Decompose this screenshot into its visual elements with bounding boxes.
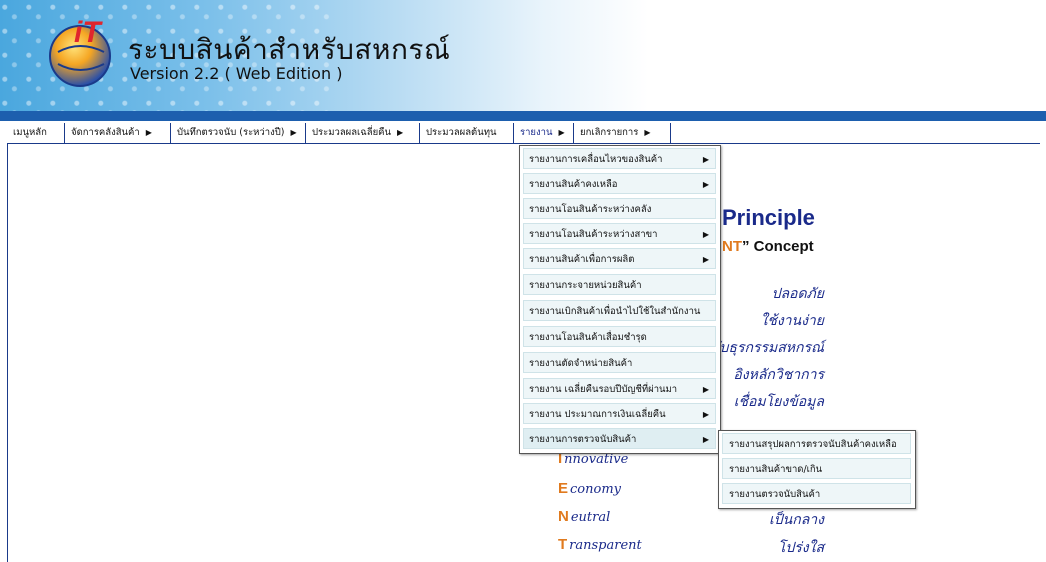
menu-main[interactable]: เมนูหลัก: [7, 123, 64, 143]
report-refund-estimate[interactable]: รายงาน ประมาณการเงินเฉลี่ยคืน ▶: [523, 403, 716, 424]
report-write-off-label: รายงานตัดจำหน่ายสินค้า: [529, 358, 633, 369]
acronym-word: nnovative: [564, 452, 629, 467]
report-unit-distribution[interactable]: รายงานกระจายหน่วยสินค้า: [523, 274, 716, 295]
report-stock-balance[interactable]: รายงานสินค้าคงเหลือ ▶: [523, 173, 716, 194]
report-stock-count[interactable]: รายงานการตรวจนับสินค้า ▶: [523, 428, 716, 449]
concept-heading: NT” Concept: [722, 238, 814, 255]
report-damaged-transfer-label: รายงานโอนสินค้าเสื่อมชำรุด: [529, 332, 647, 343]
menu-refund-process-label: ประมวลผลเฉลี่ยคืน: [312, 127, 391, 138]
menu-inventory[interactable]: จัดการคลังสินค้า ▶: [64, 123, 170, 143]
report-past-refund-label: รายงาน เฉลี่ยคืนรอบปีบัญชีที่ผ่านมา: [529, 384, 678, 395]
header-banner: iT ระบบสินค้าสำหรับสหกรณ์ Version 2.2 ( …: [0, 0, 1046, 112]
report-count-items[interactable]: รายงานตรวจนับสินค้า: [722, 483, 911, 504]
report-count-summary[interactable]: รายงานสรุปผลการตรวจนับสินค้าคงเหลือ: [722, 433, 911, 454]
triangle-right-icon: ▶: [290, 128, 297, 137]
report-movement[interactable]: รายงานการเคลื่อนไหวของสินค้า ▶: [523, 148, 716, 169]
principle-line: อิงหลักวิชาการ: [733, 367, 824, 383]
menu-refund-process[interactable]: ประมวลผลเฉลี่ยคืน ▶: [305, 123, 419, 143]
menu-inventory-label: จัดการคลังสินค้า: [71, 127, 140, 138]
report-production-label: รายงานสินค้าเพื่อการผลิต: [529, 254, 635, 265]
principle-line: รับธุรกรรมสหกรณ์: [712, 340, 824, 356]
report-transfer-branch[interactable]: รายงานโอนสินค้าระหว่างสาขา ▶: [523, 223, 716, 244]
triangle-right-icon: ▶: [702, 230, 709, 239]
principle-line: ปลอดภัย: [771, 286, 824, 302]
triangle-right-icon: ▶: [702, 410, 709, 419]
principle-line: ใช้งานง่าย: [760, 313, 824, 329]
acronym-cap: T: [558, 536, 568, 553]
content-left-border: [7, 143, 8, 562]
acronym-word: conomy: [570, 482, 621, 497]
menu-cost-process[interactable]: ประมวลผลต้นทุน: [419, 123, 513, 143]
report-transfer-branch-label: รายงานโอนสินค้าระหว่างสาขา: [529, 229, 658, 240]
report-write-off[interactable]: รายงานตัดจำหน่ายสินค้า: [523, 352, 716, 373]
report-office-requisition[interactable]: รายงานเบิกสินค้าเพื่อนำไปใช้ในสำนักงาน: [523, 300, 716, 321]
menu-reports-label: รายงาน: [520, 127, 553, 138]
report-count-items-label: รายงานตรวจนับสินค้า: [729, 489, 821, 500]
triangle-right-icon: ▶: [702, 385, 709, 394]
triangle-right-icon: ▶: [397, 128, 404, 137]
stock-count-submenu: รายงานสรุปผลการตรวจนับสินค้าคงเหลือ รายง…: [718, 430, 916, 509]
report-production[interactable]: รายงานสินค้าเพื่อการผลิต ▶: [523, 248, 716, 269]
menu-stock-count[interactable]: บันทึกตรวจนับ (ระหว่างปี) ▶: [170, 123, 305, 143]
menu-main-label: เมนูหลัก: [13, 127, 47, 138]
menu-stock-count-label: บันทึกตรวจนับ (ระหว่างปี): [177, 127, 285, 138]
header-divider: [0, 111, 1046, 121]
report-shortage-excess[interactable]: รายงานสินค้าขาด/เกิน: [722, 458, 911, 479]
report-count-summary-label: รายงานสรุปผลการตรวจนับสินค้าคงเหลือ: [729, 439, 897, 450]
menu-cancel[interactable]: ยกเลิกรายการ ▶: [573, 123, 671, 143]
triangle-right-icon: ▶: [702, 180, 709, 189]
acronym-line: Economy: [558, 480, 621, 497]
triangle-right-icon: ▶: [702, 435, 709, 444]
report-shortage-excess-label: รายงานสินค้าขาด/เกิน: [729, 464, 823, 475]
acronym-word: ransparent: [569, 538, 642, 553]
concept-nt: NT: [722, 238, 742, 255]
report-unit-distribution-label: รายงานกระจายหน่วยสินค้า: [529, 280, 642, 291]
main-menubar: เมนูหลัก จัดการคลังสินค้า ▶ บันทึกตรวจนับ…: [7, 123, 1040, 144]
acronym-word: eutral: [570, 510, 611, 525]
acronym-line: Transparent: [558, 536, 642, 553]
triangle-right-icon: ▶: [702, 255, 709, 264]
concept-rest: ” Concept: [742, 238, 814, 255]
acronym-thai: เป็นกลาง: [769, 512, 824, 528]
svg-text:iT: iT: [74, 16, 103, 49]
report-stock-balance-label: รายงานสินค้าคงเหลือ: [529, 179, 618, 190]
triangle-right-icon: ▶: [145, 128, 152, 137]
acronym-cap: E: [558, 480, 569, 497]
report-movement-label: รายงานการเคลื่อนไหวของสินค้า: [529, 154, 663, 165]
acronym-line: Neutral: [558, 508, 610, 525]
triangle-right-icon: ▶: [702, 155, 709, 164]
principle-heading: Principle: [722, 205, 815, 230]
triangle-right-icon: ▶: [644, 128, 651, 137]
menu-reports[interactable]: รายงาน ▶: [513, 123, 573, 143]
reports-dropdown: รายงานการเคลื่อนไหวของสินค้า ▶ รายงานสินค…: [519, 145, 721, 454]
report-stock-count-label: รายงานการตรวจนับสินค้า: [529, 434, 637, 445]
acronym-cap: N: [558, 508, 569, 525]
app-version: Version 2.2 ( Web Edition ): [130, 64, 343, 83]
principle-line: เชื่อมโยงข้อมูล: [733, 394, 824, 410]
report-refund-estimate-label: รายงาน ประมาณการเงินเฉลี่ยคืน: [529, 409, 666, 420]
menu-cost-process-label: ประมวลผลต้นทุน: [426, 127, 497, 138]
report-transfer-warehouse-label: รายงานโอนสินค้าระหว่างคลัง: [529, 204, 652, 215]
menu-cancel-label: ยกเลิกรายการ: [580, 127, 639, 138]
report-damaged-transfer[interactable]: รายงานโอนสินค้าเสื่อมชำรุด: [523, 326, 716, 347]
triangle-right-icon: ▶: [558, 128, 565, 137]
acronym-thai: โปร่งใส: [777, 540, 824, 556]
report-transfer-warehouse[interactable]: รายงานโอนสินค้าระหว่างคลัง: [523, 198, 716, 219]
report-office-requisition-label: รายงานเบิกสินค้าเพื่อนำไปใช้ในสำนักงาน: [529, 306, 701, 317]
app-logo-icon: iT: [49, 16, 111, 87]
report-past-refund[interactable]: รายงาน เฉลี่ยคืนรอบปีบัญชีที่ผ่านมา ▶: [523, 378, 716, 399]
